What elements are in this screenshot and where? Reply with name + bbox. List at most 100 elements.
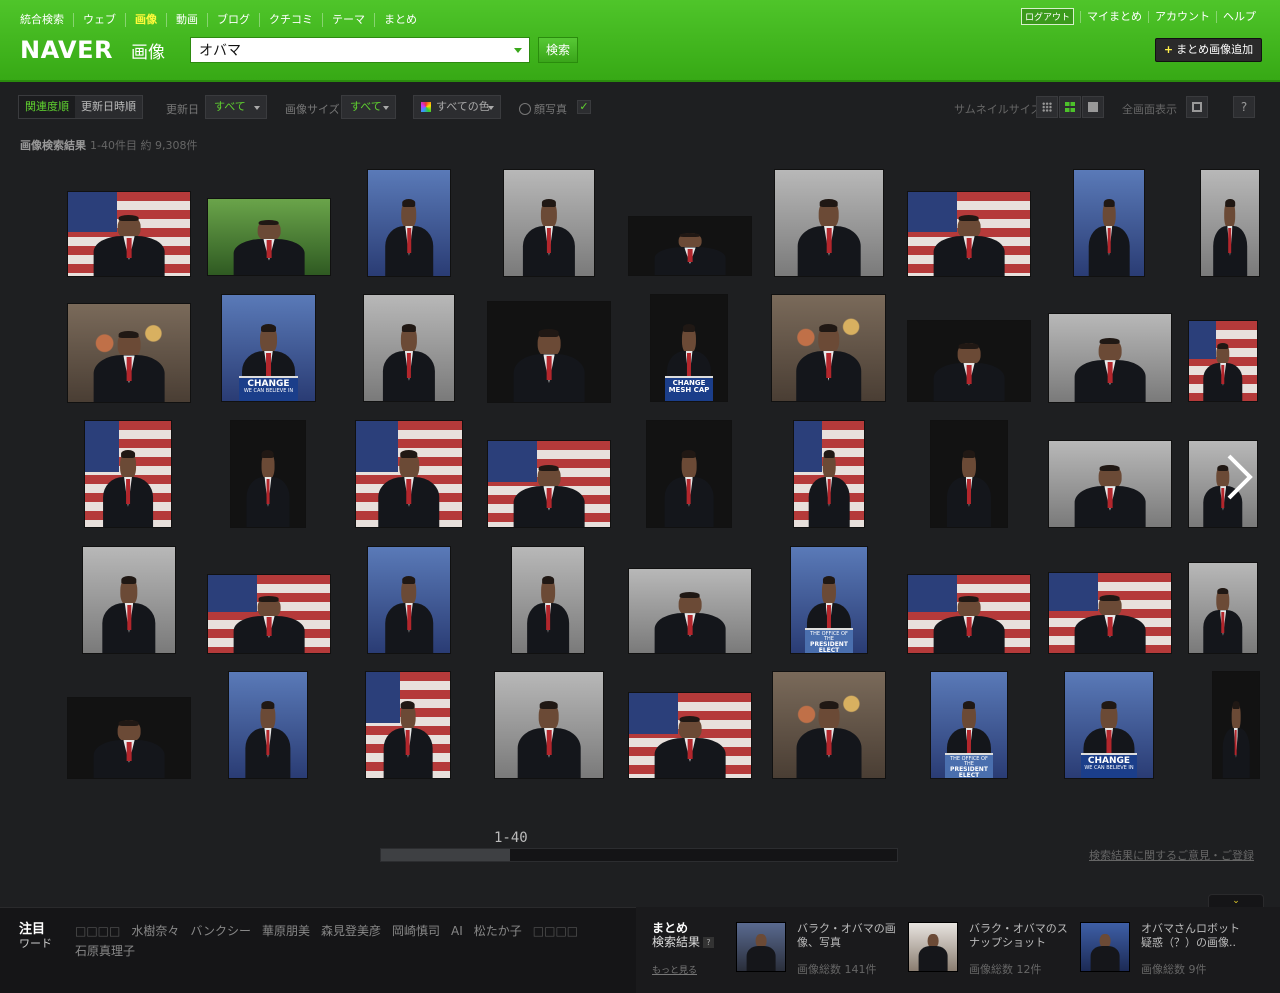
matome-card-title[interactable]: バラク・オバマの画像、写真: [797, 922, 897, 950]
person-figure: [382, 324, 436, 401]
nav-item-all[interactable]: 統合検索: [20, 13, 73, 27]
autocomplete-toggle-icon[interactable]: [514, 48, 522, 53]
image-thumbnail[interactable]: [628, 568, 752, 654]
image-thumbnail[interactable]: [363, 294, 455, 402]
image-thumbnail[interactable]: [67, 697, 191, 779]
account-link[interactable]: アカウント: [1148, 10, 1216, 23]
image-thumbnail[interactable]: CHANGE MESH CAP: [650, 294, 728, 402]
help-link[interactable]: ヘルプ: [1216, 10, 1262, 23]
face-filter[interactable]: 顔写真: [519, 101, 567, 117]
sort-updated[interactable]: 更新日時順: [75, 96, 142, 118]
image-thumbnail[interactable]: CHANGE WE CAN BELIEVE IN: [1064, 671, 1154, 779]
trending-keyword[interactable]: 石原真理子: [75, 941, 135, 961]
image-thumbnail[interactable]: CHANGE WE CAN BELIEVE IN: [221, 294, 316, 402]
image-thumbnail[interactable]: [207, 198, 331, 276]
image-thumbnail[interactable]: [67, 303, 191, 403]
image-thumbnail[interactable]: [628, 216, 752, 276]
image-thumbnail[interactable]: [774, 169, 884, 277]
fullscreen-button[interactable]: [1186, 96, 1208, 118]
matome-card[interactable]: バラク・オバマのスナップショット 画像総数 12件: [908, 922, 1068, 982]
image-thumbnail[interactable]: [230, 420, 306, 528]
image-thumbnail[interactable]: [367, 546, 451, 654]
trending-keyword[interactable]: AI: [451, 921, 463, 941]
image-thumbnail[interactable]: [930, 420, 1008, 528]
trending-title: 注目 ワード: [19, 923, 52, 951]
image-thumbnail[interactable]: [487, 440, 611, 528]
image-thumbnail[interactable]: [1073, 169, 1145, 277]
my-matome-link[interactable]: マイまとめ: [1080, 10, 1148, 23]
matome-card[interactable]: バラク・オバマの画像、写真 画像総数 141件: [736, 922, 896, 982]
image-thumbnail[interactable]: [1048, 440, 1172, 528]
image-thumbnail[interactable]: THE OFFICE OF THE PRESIDENT ELECT: [930, 671, 1008, 779]
image-thumbnail[interactable]: [1048, 313, 1172, 403]
image-thumbnail[interactable]: [84, 420, 172, 528]
trending-keyword[interactable]: □□□□: [75, 921, 120, 941]
image-thumbnail[interactable]: [367, 169, 451, 277]
page-scrollbar[interactable]: [380, 848, 898, 862]
matome-more-link[interactable]: もっと見る: [652, 963, 697, 976]
nav-item-theme[interactable]: テーマ: [322, 13, 374, 27]
sort-relevance[interactable]: 関連度順: [19, 96, 75, 118]
updated-filter-select[interactable]: すべて: [205, 95, 267, 119]
podium-sign: THE OFFICE OF THE PRESIDENT ELECT: [944, 752, 994, 778]
nav-item-blog[interactable]: ブログ: [207, 13, 259, 27]
nav-item-video[interactable]: 動画: [166, 13, 207, 27]
image-thumbnail[interactable]: THE OFFICE OF THE PRESIDENT ELECT: [790, 546, 868, 654]
nav-item-matome[interactable]: まとめ: [374, 13, 426, 27]
image-thumbnail[interactable]: [793, 420, 865, 528]
image-thumbnail[interactable]: [1188, 320, 1258, 402]
image-thumbnail[interactable]: [907, 574, 1031, 654]
image-thumbnail[interactable]: [1048, 572, 1172, 654]
image-thumbnail[interactable]: [228, 671, 308, 779]
image-thumbnail[interactable]: [1188, 562, 1258, 654]
image-thumbnail[interactable]: [907, 191, 1031, 277]
image-thumbnail[interactable]: [487, 301, 611, 403]
page-scrollbar-thumb[interactable]: [381, 849, 510, 861]
image-thumbnail[interactable]: [1212, 671, 1260, 779]
next-page-arrow[interactable]: [1224, 452, 1254, 502]
image-thumbnail[interactable]: [907, 320, 1031, 402]
nav-item-web[interactable]: ウェブ: [73, 13, 125, 27]
feedback-link[interactable]: 検索結果に関するご意見・ご登録: [1089, 847, 1254, 863]
nav-item-images[interactable]: 画像: [125, 13, 166, 27]
image-thumbnail[interactable]: [503, 169, 595, 277]
image-thumbnail[interactable]: [82, 546, 176, 654]
search-button[interactable]: 検索: [538, 37, 578, 63]
color-filter-select[interactable]: すべての色: [413, 95, 501, 119]
image-thumbnail[interactable]: [67, 191, 191, 277]
image-thumbnail[interactable]: [772, 671, 886, 779]
image-thumbnail[interactable]: [1200, 169, 1260, 277]
image-thumbnail[interactable]: [646, 420, 732, 528]
matome-card-title[interactable]: バラク・オバマのスナップショット: [969, 922, 1069, 950]
matome-sub-label: 検索結果: [652, 935, 701, 949]
image-thumbnail[interactable]: [365, 671, 451, 779]
trending-keyword[interactable]: □□□□: [533, 921, 578, 941]
add-matome-image-button[interactable]: + まとめ画像追加: [1155, 38, 1262, 62]
nav-item-reviews[interactable]: クチコミ: [259, 13, 322, 27]
trending-keyword[interactable]: 森見登美彦: [321, 921, 381, 941]
image-thumbnail[interactable]: [355, 420, 463, 528]
help-button[interactable]: ?: [1233, 96, 1255, 118]
trending-keyword[interactable]: 華原朋美: [262, 921, 310, 941]
image-thumbnail[interactable]: [207, 574, 331, 654]
trending-keyword[interactable]: 水樹奈々: [131, 921, 179, 941]
trending-keyword[interactable]: 岡崎慎司: [392, 921, 440, 941]
image-thumbnail[interactable]: [494, 671, 604, 779]
image-thumbnail[interactable]: [771, 294, 886, 402]
search-input[interactable]: [191, 38, 501, 62]
size-filter-select[interactable]: すべて: [341, 95, 396, 119]
thumb-size-large-button[interactable]: [1082, 96, 1104, 118]
logout-button[interactable]: ログアウト: [1020, 8, 1074, 25]
face-checkbox[interactable]: ✓: [577, 100, 591, 114]
trending-keyword[interactable]: 松たか子: [474, 921, 522, 941]
thumb-size-small-button[interactable]: [1036, 96, 1058, 118]
matome-card[interactable]: オバマさんロボット疑惑（？）の画像.. 画像総数 9件: [1080, 922, 1240, 982]
matome-help-icon[interactable]: ?: [703, 937, 715, 948]
image-thumbnail[interactable]: [511, 546, 585, 654]
naver-logo[interactable]: NAVER: [20, 36, 113, 64]
footer-fold-toggle[interactable]: ⌄: [1208, 894, 1264, 908]
matome-card-title[interactable]: オバマさんロボット疑惑（？）の画像..: [1141, 922, 1241, 950]
trending-keyword[interactable]: バンクシー: [190, 921, 251, 941]
image-thumbnail[interactable]: [628, 692, 752, 779]
thumb-size-medium-button[interactable]: [1059, 96, 1081, 118]
